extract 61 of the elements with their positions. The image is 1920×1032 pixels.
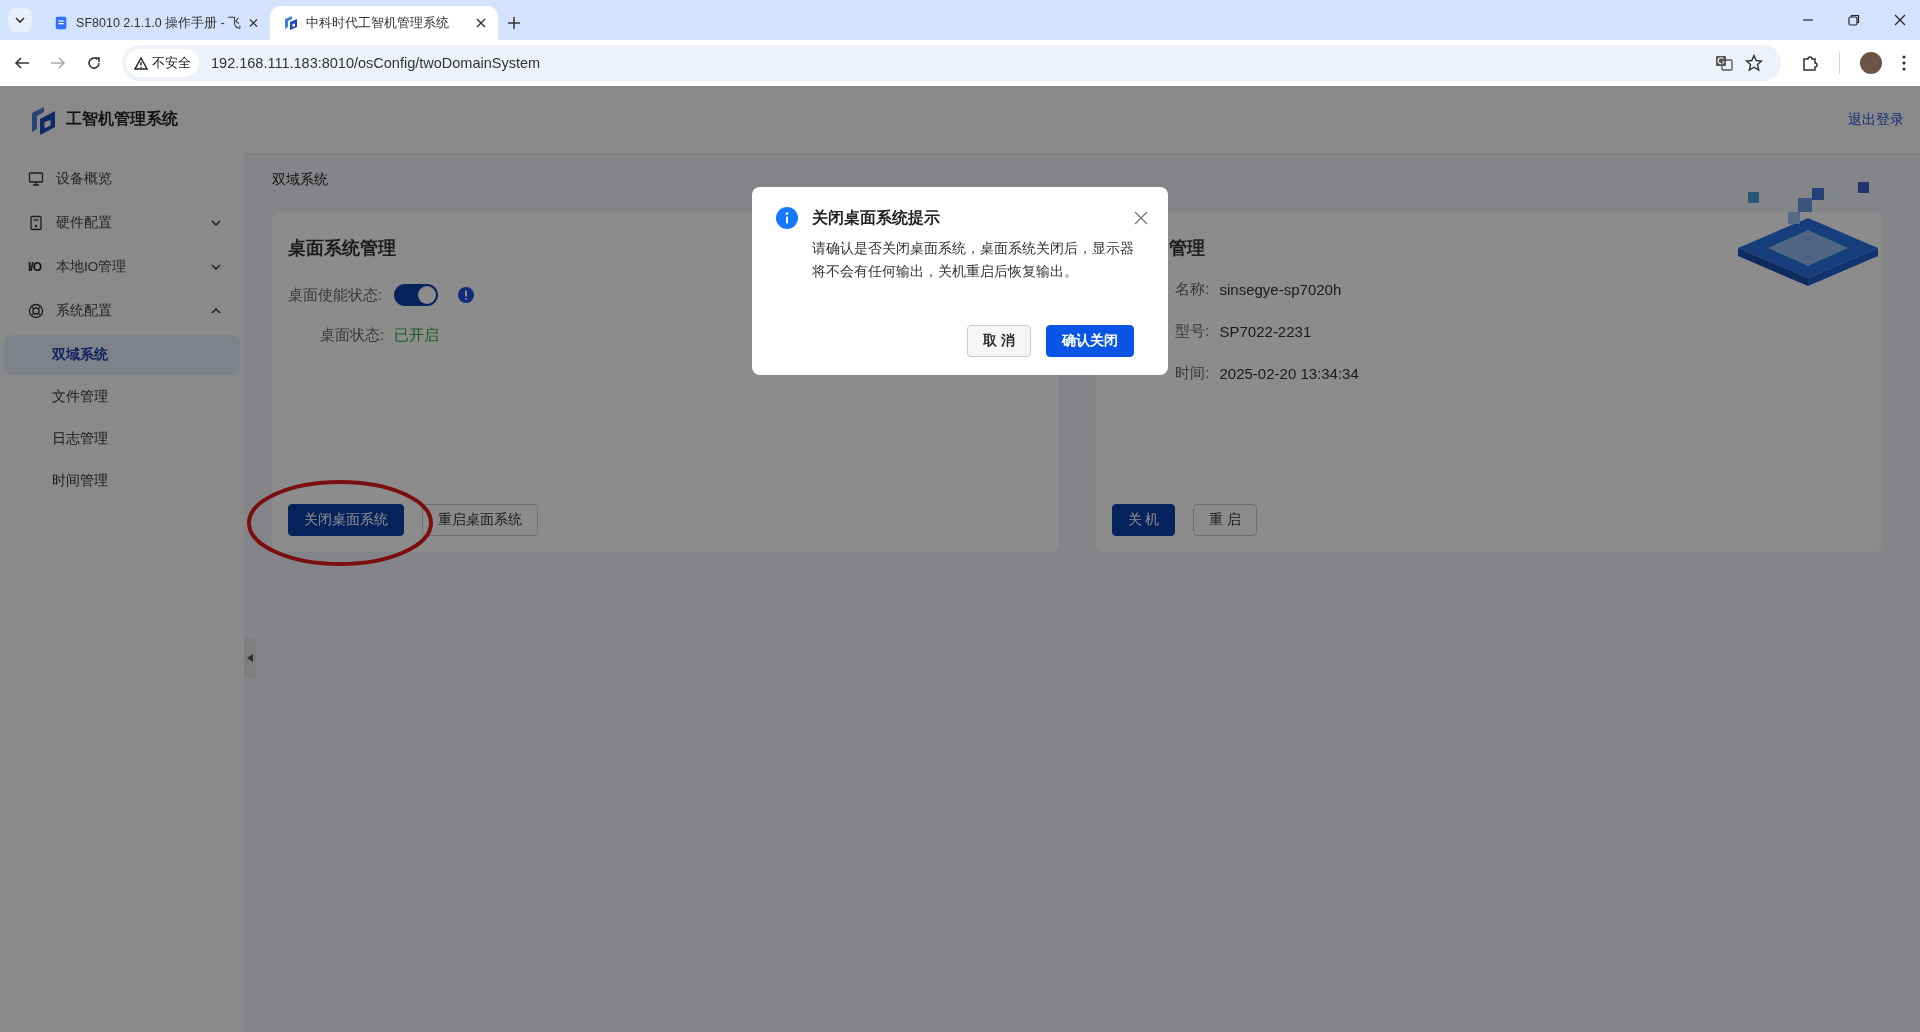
sidebar-item[interactable]: 文件管理: [4, 377, 240, 417]
more-menu-icon[interactable]: [1902, 55, 1906, 71]
device-icon: [28, 215, 44, 231]
card-title: 桌面系统管理: [288, 237, 396, 260]
sidebar-item[interactable]: 硬件配置: [0, 201, 244, 245]
field-label: 名称:: [1174, 279, 1210, 299]
status-value: 已开启: [394, 326, 440, 345]
sidebar-item[interactable]: 系统配置: [0, 289, 244, 333]
close-icon[interactable]: [249, 18, 258, 28]
card-title: 管理: [1168, 237, 1205, 260]
logo-icon: [282, 15, 298, 31]
field-label: 桌面状态:: [320, 326, 385, 345]
field-label: 时间:: [1174, 363, 1210, 383]
breadcrumb: 双域系统: [272, 171, 329, 189]
reload-icon[interactable]: [86, 55, 102, 71]
field-value: 2025-02-20 13:34:34: [1219, 364, 1359, 382]
back-arrow-icon[interactable]: [14, 55, 30, 71]
address-bar[interactable]: 不安全 192.168.111.183:8010/osConfig/twoDomainSystem: [122, 45, 1781, 81]
security-chip[interactable]: 不安全: [126, 49, 199, 77]
browser-tab[interactable]: SF8010 2.1.1.0 操作手册 - 飞: [42, 6, 270, 40]
browser-tab[interactable]: 中科时代工智机管理系统: [270, 6, 498, 40]
sidebar-item[interactable]: 时间管理: [4, 461, 240, 501]
toggle-switch[interactable]: [394, 284, 439, 306]
close-icon[interactable]: [1894, 14, 1906, 26]
primary-button[interactable]: 关闭桌面系统: [288, 504, 404, 536]
sidebar-item[interactable]: 双域系统: [4, 335, 240, 375]
field-value: SP7022-2231: [1219, 322, 1312, 340]
field-label: 桌面使能状态:: [288, 285, 383, 305]
caret-left-icon: [247, 654, 253, 662]
monitor-icon: [28, 171, 44, 187]
warning-icon: [134, 56, 148, 70]
close-icon[interactable]: [476, 18, 486, 28]
tab-list-button[interactable]: [8, 8, 32, 32]
dialog-title: 关闭桌面系统提示: [812, 207, 940, 228]
sidebar-item[interactable]: I/O 本地IO管理: [0, 245, 244, 289]
secondary-button[interactable]: 重启桌面系统: [422, 504, 538, 536]
info-icon: [776, 207, 798, 229]
primary-button[interactable]: 确认关闭: [1046, 325, 1134, 357]
field-value: sinsegye-sp7020h: [1219, 280, 1342, 298]
lifebuoy-icon: [28, 303, 44, 319]
collapse-handle[interactable]: [244, 638, 256, 678]
secondary-button[interactable]: 重 启: [1193, 504, 1258, 536]
secondary-button[interactable]: 取 消: [967, 325, 1031, 357]
translate-icon[interactable]: [1715, 54, 1733, 72]
primary-button[interactable]: 关 机: [1111, 504, 1176, 536]
doc-icon: [54, 15, 69, 31]
url-text: 192.168.111.183:8010/osConfig/twoDomainSystem: [211, 55, 541, 71]
dialog-message: 请确认是否关闭桌面系统，桌面系统关闭后，显示器将不会有任何输出，关机重启后恢复输出。: [812, 240, 1134, 281]
info-icon: [458, 287, 475, 303]
star-icon[interactable]: [1745, 54, 1763, 72]
app-title: 工智机管理系统: [66, 109, 178, 129]
avatar[interactable]: [1860, 52, 1882, 74]
io-icon: I/O: [28, 260, 44, 274]
logout-link[interactable]: 退出登录: [1848, 110, 1904, 129]
new-tab-icon[interactable]: [508, 17, 520, 29]
chevron-down-icon: [14, 14, 26, 26]
puzzle-piece-icon[interactable]: [1801, 54, 1819, 72]
field-label: 型号:: [1174, 321, 1210, 341]
restore-icon[interactable]: [1848, 14, 1860, 26]
sidebar-item[interactable]: 日志管理: [4, 419, 240, 459]
sidebar-item[interactable]: 设备概览: [0, 157, 244, 201]
